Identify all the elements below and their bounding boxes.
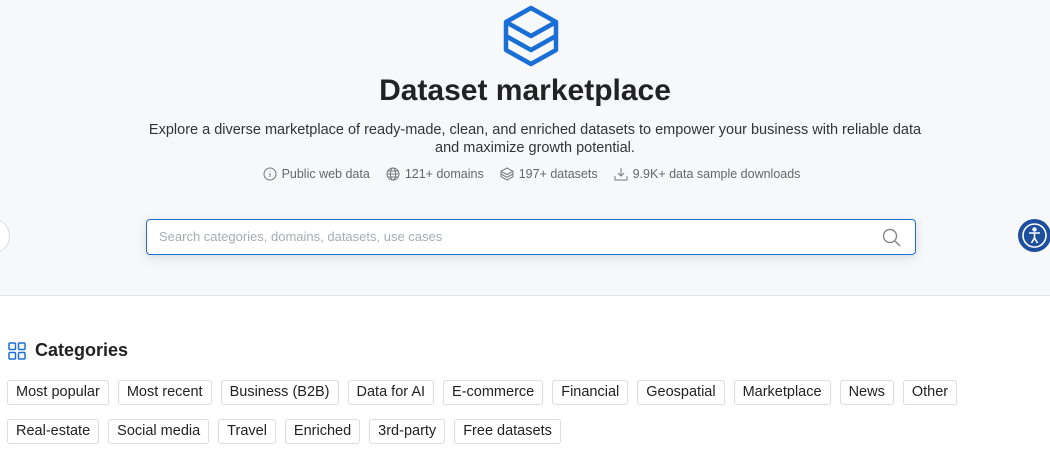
layers-icon (500, 167, 514, 181)
info-icon (263, 167, 277, 181)
category-chip-free-datasets[interactable]: Free datasets (454, 419, 561, 444)
categories-header: Categories (8, 340, 128, 361)
page-title: Dataset marketplace (379, 74, 671, 107)
category-chip-financial[interactable]: Financial (552, 380, 629, 405)
search-input[interactable] (159, 220, 859, 253)
download-icon (614, 168, 628, 181)
category-chips: Most popular Most recent Business (B2B) … (7, 380, 1007, 444)
category-chip-social-media[interactable]: Social media (108, 419, 210, 444)
dataset-cube-logo-icon (503, 5, 559, 67)
grid-icon (8, 341, 26, 360)
search-icon[interactable] (882, 228, 901, 247)
category-chip-travel[interactable]: Travel (218, 419, 276, 444)
stat-label: 9.9K+ data sample downloads (632, 167, 801, 181)
globe-icon (386, 167, 400, 181)
stat-downloads: 9.9K+ data sample downloads (614, 167, 801, 181)
stat-label: Public web data (281, 167, 370, 181)
category-chip-news[interactable]: News (839, 380, 894, 405)
hero-section: Dataset marketplace Explore a diverse ma… (0, 0, 1050, 296)
page-description: Explore a diverse marketplace of ready-m… (148, 122, 922, 156)
category-chip-business-b2b[interactable]: Business (B2B) (220, 380, 339, 405)
stat-datasets: 197+ datasets (500, 167, 598, 181)
search-box[interactable] (146, 219, 916, 255)
accessibility-button[interactable] (1018, 219, 1050, 252)
category-chip-e-commerce[interactable]: E-commerce (443, 380, 544, 405)
category-chip-most-popular[interactable]: Most popular (7, 380, 109, 405)
categories-heading: Categories (35, 340, 129, 360)
category-chip-enriched[interactable]: Enriched (284, 419, 361, 444)
carousel-prev-button[interactable] (0, 218, 10, 254)
stat-label: 121+ domains (404, 167, 484, 181)
stat-public-web-data: Public web data (263, 167, 370, 181)
stat-label: 197+ datasets (518, 167, 598, 181)
stat-domains: 121+ domains (386, 167, 484, 181)
category-chip-3rd-party[interactable]: 3rd-party (369, 419, 446, 444)
stats-row: Public web data 121+ domains 197+ datase… (0, 167, 1050, 181)
category-chip-other[interactable]: Other (902, 380, 958, 405)
accessibility-icon (1022, 223, 1047, 248)
category-chip-real-estate[interactable]: Real-estate (7, 419, 100, 444)
category-chip-geospatial[interactable]: Geospatial (637, 380, 725, 405)
category-chip-marketplace[interactable]: Marketplace (733, 380, 831, 405)
category-chip-most-recent[interactable]: Most recent (117, 380, 212, 405)
category-chip-data-for-ai[interactable]: Data for AI (347, 380, 435, 405)
